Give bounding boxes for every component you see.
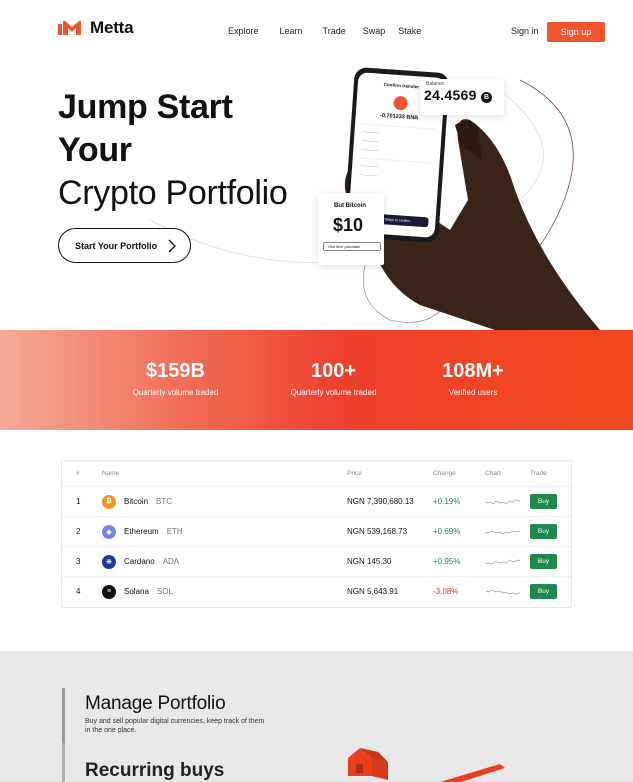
hero-line-3: Crypto Portfolio bbox=[58, 174, 288, 212]
table-row[interactable]: 4 ≡ Solana SOL NGN 5,643.91 -3.08% Buy bbox=[62, 576, 571, 606]
nav-swap[interactable]: Swap bbox=[363, 26, 386, 36]
buy-button[interactable]: Buy bbox=[530, 524, 557, 539]
divider bbox=[361, 123, 436, 130]
balance-value: 24.4569 bbox=[424, 87, 477, 103]
stat-volume: $159B Quarterly volume traded bbox=[118, 360, 233, 397]
coin-change: +0.95% bbox=[433, 557, 461, 566]
buy-button[interactable]: Buy bbox=[530, 554, 557, 569]
brand-logo[interactable]: Metta bbox=[58, 18, 134, 38]
ethereum-icon: ◆ bbox=[102, 524, 116, 539]
col-change: Change bbox=[433, 470, 456, 477]
nav-links: Explore Learn Trade Swap Stake bbox=[228, 26, 421, 36]
crypto-table: # Name Price Change Chart Trade 1 ₿ Bitc… bbox=[61, 460, 572, 608]
coin-name-cell: ₿ Bitcoin BTC bbox=[102, 487, 172, 516]
coin-ticker: ETH bbox=[166, 527, 183, 536]
col-num: # bbox=[76, 470, 80, 477]
hero-title: Jump Start Your Crypto Portfolio bbox=[58, 86, 288, 215]
coin-change: -3.08% bbox=[433, 587, 459, 596]
chevron-right-icon bbox=[168, 239, 176, 253]
coin-name: Solana bbox=[124, 587, 149, 596]
detail-line: ————— bbox=[359, 172, 378, 178]
detail-line: ————— bbox=[361, 138, 380, 144]
row-num: 1 bbox=[76, 497, 81, 506]
coin-change: +0.19% bbox=[433, 497, 461, 506]
metta-logo-icon bbox=[58, 20, 81, 35]
purchase-type-select: One time purchase bbox=[323, 242, 381, 251]
nav-explore[interactable]: Explore bbox=[228, 26, 259, 36]
signin-link[interactable]: Sign in bbox=[511, 26, 539, 36]
coin-price: NGN 5,643.91 bbox=[347, 587, 399, 596]
bitcoin-icon: ₿ bbox=[102, 494, 116, 509]
stat-users: 108M+ Verified users bbox=[428, 360, 518, 397]
coin-name-cell: ◆ Ethereum ETH bbox=[102, 517, 183, 546]
bnb-coin-icon bbox=[392, 95, 408, 111]
col-name: Name bbox=[102, 470, 120, 477]
row-num: 3 bbox=[76, 557, 81, 566]
nav-stake[interactable]: Stake bbox=[398, 26, 421, 36]
coin-change: +0.69% bbox=[433, 527, 461, 536]
table-row[interactable]: 2 ◆ Ethereum ETH NGN 539,168.73 +0.69% B… bbox=[62, 516, 571, 546]
buy-bitcoin-card: But Bitcoin $10 One time purchase bbox=[318, 193, 384, 265]
coin-price: NGN 539,168.73 bbox=[347, 527, 408, 536]
buy-card-value: $10 bbox=[333, 215, 364, 235]
detail-line: ————— bbox=[361, 147, 379, 153]
solana-icon: ≡ bbox=[102, 584, 116, 599]
stat-label: Quarterly volume traded bbox=[290, 388, 377, 397]
sparkline-chart bbox=[486, 577, 520, 606]
sparkline-chart bbox=[486, 517, 520, 546]
recurring-title: Recurring buys bbox=[85, 760, 225, 781]
coin-name: Bitcoin bbox=[124, 497, 149, 506]
nav-learn[interactable]: Learn bbox=[280, 26, 303, 36]
cardano-icon: ❋ bbox=[102, 554, 116, 569]
manage-title: Manage Portfolio bbox=[85, 693, 226, 714]
hero-line-1: Jump Start bbox=[58, 88, 233, 126]
coin-ticker: SOL bbox=[156, 587, 173, 596]
coin-name-cell: ≡ Solana SOL bbox=[102, 577, 173, 606]
bitcoin-icon: B bbox=[481, 92, 492, 103]
sparkline-chart bbox=[486, 487, 520, 516]
manage-section: Manage Portfolio Buy and sell popular di… bbox=[0, 651, 633, 782]
signup-button[interactable]: Sign up bbox=[547, 22, 605, 42]
coin-ticker: ADA bbox=[162, 557, 180, 566]
progress-indicator bbox=[62, 688, 65, 743]
nav-trade[interactable]: Trade bbox=[323, 26, 346, 36]
stat-label: Verified users bbox=[448, 388, 498, 397]
balance-card: Balance 24.4569 B bbox=[420, 79, 504, 115]
house-illustration bbox=[348, 748, 505, 782]
divider bbox=[358, 157, 434, 164]
buy-card-label: But Bitcoin bbox=[334, 203, 366, 209]
stat-value: 100+ bbox=[310, 360, 357, 382]
detail-line: ————— bbox=[362, 129, 381, 135]
hero-line-2: Your bbox=[58, 131, 132, 169]
row-num: 4 bbox=[76, 587, 81, 596]
manage-subtitle: Buy and sell popular digital currencies,… bbox=[85, 718, 265, 734]
stats-band: $159B Quarterly volume traded 100+ Quart… bbox=[0, 330, 633, 430]
col-chart: Chart bbox=[485, 470, 501, 477]
detail-line: ————— bbox=[360, 163, 378, 169]
cta-label: Start Your Portfolio bbox=[75, 240, 158, 251]
col-trade: Trade bbox=[530, 470, 547, 477]
stat-label: Quarterly volume traded bbox=[132, 388, 219, 397]
col-price: Price bbox=[347, 470, 362, 477]
coin-name: Cardano bbox=[124, 557, 155, 566]
coin-name: Ethereum bbox=[124, 527, 159, 536]
buy-button[interactable]: Buy bbox=[530, 494, 557, 509]
sparkline-chart bbox=[486, 547, 520, 576]
buy-button[interactable]: Buy bbox=[530, 584, 557, 599]
stat-volume-count: 100+ Quarterly volume traded bbox=[275, 360, 392, 397]
top-nav: Metta Explore Learn Trade Swap Stake Sig… bbox=[0, 0, 633, 62]
coin-price: NGN 7,390,680.13 bbox=[347, 497, 414, 506]
coin-price: NGN 145.30 bbox=[347, 557, 392, 566]
brand-name: Metta bbox=[90, 18, 134, 37]
start-portfolio-button[interactable]: Start Your Portfolio bbox=[58, 228, 191, 263]
stat-value: 108M+ bbox=[442, 360, 504, 382]
table-row[interactable]: 1 ₿ Bitcoin BTC NGN 7,390,680.13 +0.19% … bbox=[62, 486, 571, 516]
stat-value: $159B bbox=[146, 360, 205, 382]
coin-name-cell: ❋ Cardano ADA bbox=[102, 547, 179, 576]
table-header: # Name Price Change Chart Trade bbox=[62, 461, 571, 486]
table-row[interactable]: 3 ❋ Cardano ADA NGN 145.30 +0.95% Buy bbox=[62, 546, 571, 576]
row-num: 2 bbox=[76, 527, 81, 536]
coin-ticker: BTC bbox=[156, 497, 173, 506]
